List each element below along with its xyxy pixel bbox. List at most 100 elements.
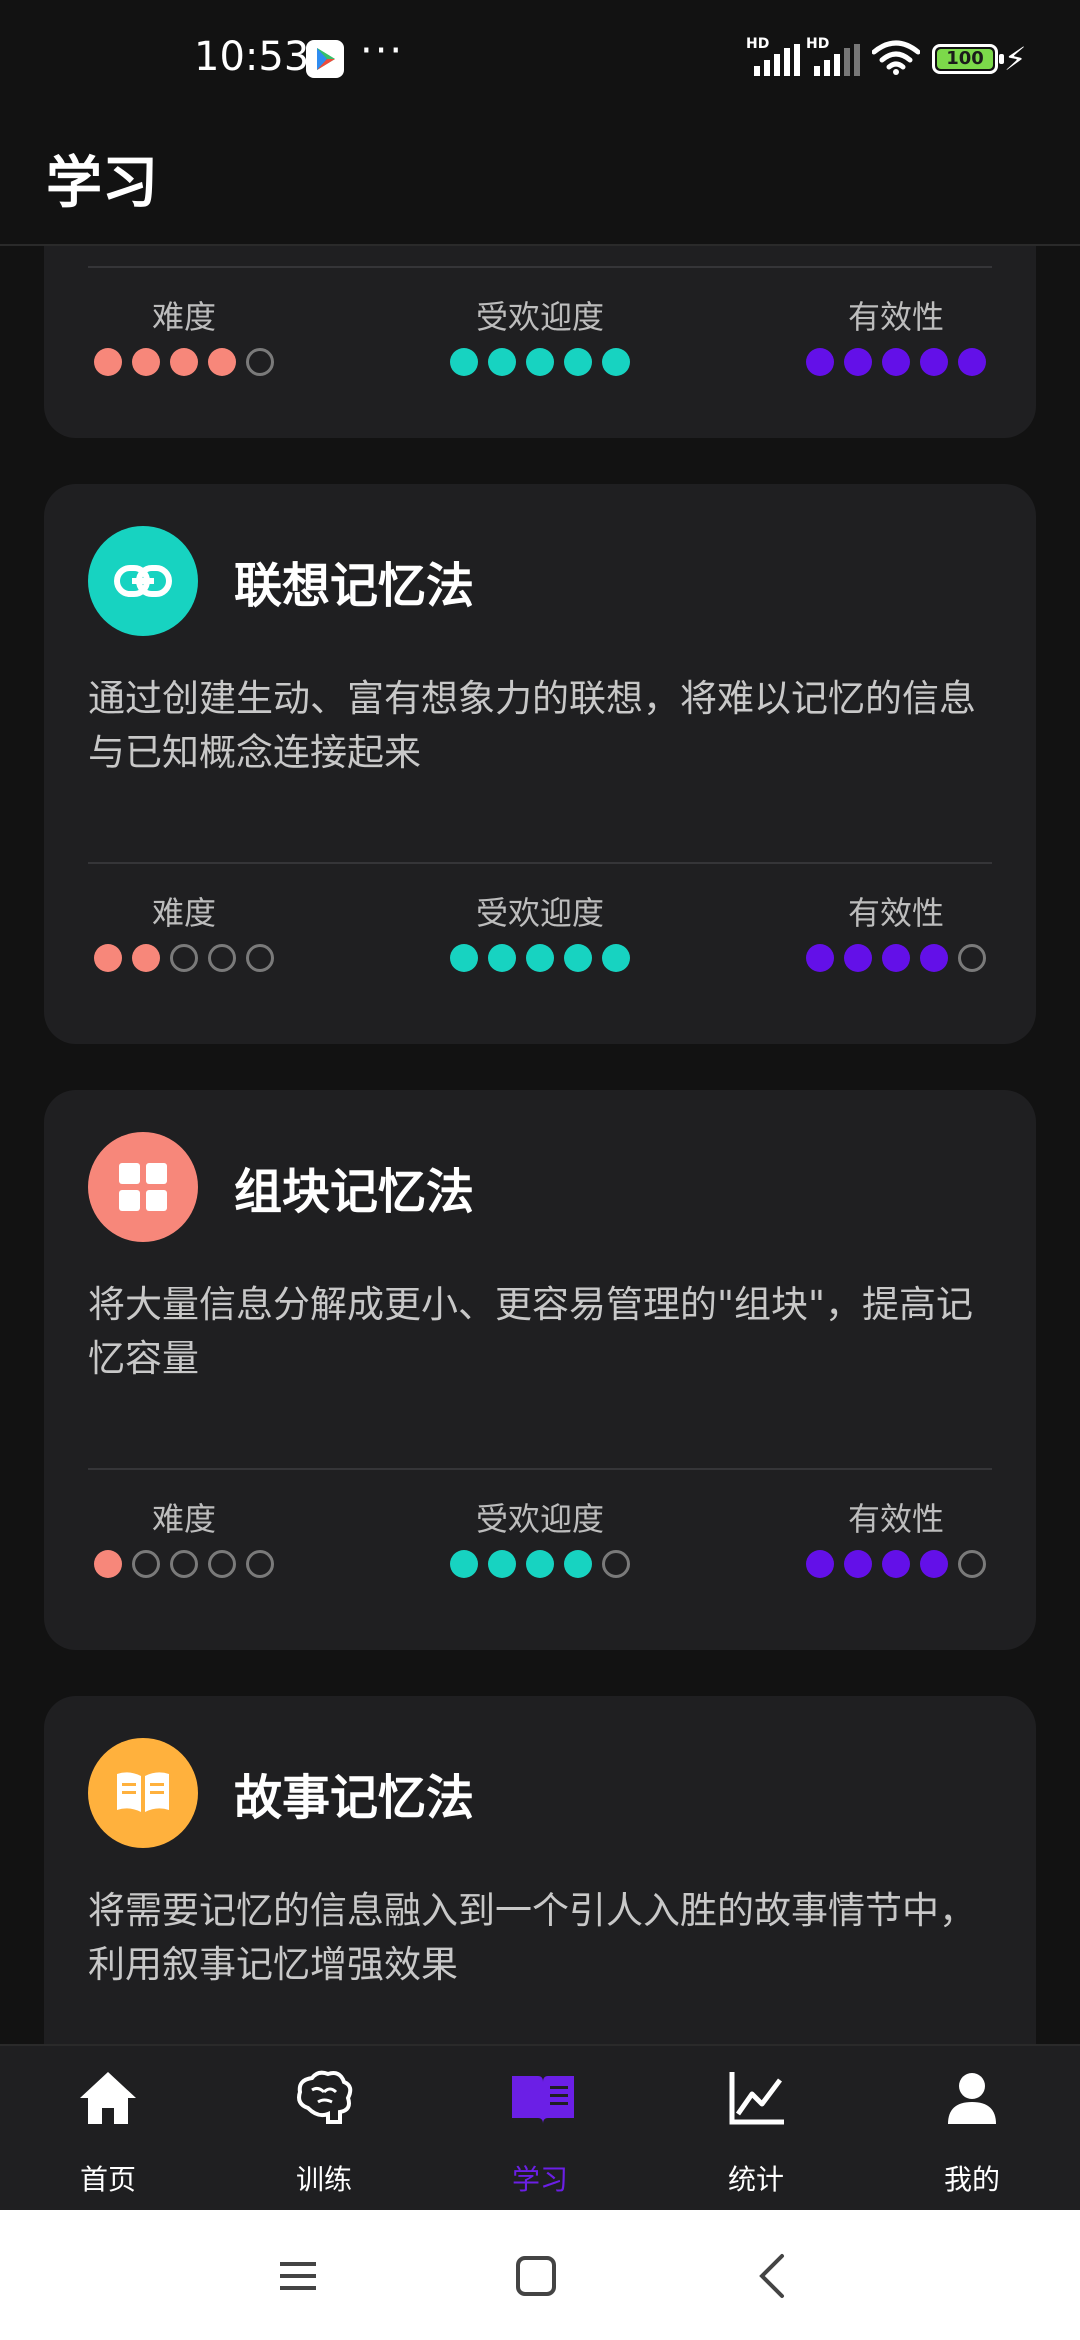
- technique-card-chunking[interactable]: 组块记忆法 将大量信息分解成更小、更容易管理的"组块"，提高记忆容量 难度 受欢…: [44, 1090, 1036, 1650]
- card-title: 故事记忆法: [234, 1770, 475, 1826]
- nav-item-training[interactable]: 训练: [216, 2046, 432, 2212]
- back-icon[interactable]: [744, 2246, 804, 2306]
- rating-dot-empty: [958, 944, 986, 972]
- bottom-nav: 首页 训练 学习 统计 我的: [0, 2044, 1080, 2210]
- rating-dot-filled: [94, 944, 122, 972]
- card-header: 组块记忆法: [88, 1132, 474, 1242]
- wifi-icon: [871, 40, 921, 76]
- metric-label: 难度: [151, 894, 216, 932]
- rating-dot-filled: [882, 348, 910, 376]
- metric-popularity: 受欢迎度: [430, 294, 650, 376]
- rating-dot-filled: [488, 1550, 516, 1578]
- rating-dot-filled: [564, 944, 592, 972]
- app-bar: 学习: [0, 118, 1080, 246]
- status-more-icon: ···: [360, 28, 405, 74]
- rating-dot-filled: [450, 1550, 478, 1578]
- rating-dots: [430, 348, 650, 376]
- book-open-icon: [510, 2068, 574, 2128]
- rating-dot-empty: [602, 1550, 630, 1578]
- rating-dot-filled: [450, 348, 478, 376]
- nav-item-home[interactable]: 首页: [0, 2046, 216, 2212]
- rating-dots: [786, 1550, 1006, 1578]
- rating-dot-empty: [132, 1550, 160, 1578]
- card-description: 通过创建生动、富有想象力的联想，将难以记忆的信息与已知概念连接起来: [88, 677, 976, 774]
- metric-label: 难度: [151, 298, 216, 336]
- nav-label: 我的: [943, 2163, 1000, 2196]
- home-icon: [78, 2068, 138, 2128]
- card-header: 联想记忆法: [88, 526, 474, 636]
- rating-dot-filled: [564, 1550, 592, 1578]
- screen: 10:53 ··· HD HD 100 ⚡ 学习 难度 受欢迎度 有效性 联想记…: [0, 0, 1080, 2340]
- system-nav-bar: [0, 2210, 1080, 2340]
- rating-dot-filled: [526, 944, 554, 972]
- rating-dot-filled: [526, 1550, 554, 1578]
- metric-popularity: 受欢迎度: [430, 1496, 650, 1578]
- rating-dot-filled: [450, 944, 478, 972]
- card-header: 故事记忆法: [88, 1738, 474, 1848]
- rating-dot-filled: [882, 1550, 910, 1578]
- book-icon: [88, 1738, 198, 1848]
- card-title: 联想记忆法: [234, 558, 475, 614]
- card-divider: [88, 1468, 992, 1470]
- metric-popularity: 受欢迎度: [430, 890, 650, 972]
- metric-label: 受欢迎度: [475, 298, 604, 336]
- status-bar: 10:53 ··· HD HD 100 ⚡: [0, 0, 1080, 118]
- rating-dot-filled: [94, 1550, 122, 1578]
- metric-effectiveness: 有效性: [786, 294, 1006, 376]
- metric-label: 有效性: [847, 298, 944, 336]
- user-icon: [942, 2068, 1002, 2128]
- brain-icon: [294, 2068, 354, 2128]
- rating-dot-filled: [602, 348, 630, 376]
- rating-dot-empty: [958, 1550, 986, 1578]
- rating-dot-filled: [844, 348, 872, 376]
- battery-icon: 100: [932, 44, 1004, 74]
- technique-card-partial[interactable]: 难度 受欢迎度 有效性: [44, 246, 1036, 438]
- link-icon: [88, 526, 198, 636]
- metric-difficulty: 难度: [74, 294, 294, 376]
- play-store-icon: [306, 40, 344, 78]
- menu-icon[interactable]: [268, 2246, 328, 2306]
- rating-dots: [74, 1550, 294, 1578]
- metric-label: 难度: [151, 1500, 216, 1538]
- card-divider: [88, 862, 992, 864]
- card-divider: [88, 266, 992, 268]
- rating-dot-empty: [246, 348, 274, 376]
- rating-dot-filled: [844, 944, 872, 972]
- technique-card-story[interactable]: 故事记忆法 将需要记忆的信息融入到一个引人入胜的故事情节中，利用叙事记忆增强效果: [44, 1696, 1036, 2046]
- home-button-icon[interactable]: [506, 2246, 566, 2306]
- rating-dot-filled: [920, 348, 948, 376]
- rating-dot-filled: [844, 1550, 872, 1578]
- rating-dot-empty: [246, 944, 274, 972]
- card-description: 将需要记忆的信息融入到一个引人入胜的故事情节中，利用叙事记忆增强效果: [88, 1889, 976, 1986]
- rating-dot-filled: [488, 348, 516, 376]
- rating-dot-empty: [208, 944, 236, 972]
- metric-difficulty: 难度: [74, 890, 294, 972]
- rating-dots: [786, 944, 1006, 972]
- rating-dot-filled: [920, 944, 948, 972]
- rating-dot-filled: [882, 944, 910, 972]
- card-description: 将大量信息分解成更小、更容易管理的"组块"，提高记忆容量: [88, 1283, 974, 1380]
- rating-dot-filled: [488, 944, 516, 972]
- technique-list[interactable]: 难度 受欢迎度 有效性 联想记忆法 通过创建生动、富有想象力的联想，将难以记忆的…: [0, 246, 1080, 2046]
- nav-item-learn[interactable]: 学习: [432, 2046, 648, 2212]
- rating-dot-filled: [806, 348, 834, 376]
- rating-dot-empty: [170, 1550, 198, 1578]
- nav-label: 训练: [295, 2163, 352, 2196]
- rating-dots: [430, 944, 650, 972]
- nav-label: 首页: [79, 2163, 136, 2196]
- page-title: 学习: [46, 151, 158, 216]
- rating-dot-filled: [602, 944, 630, 972]
- nav-label: 学习: [511, 2163, 568, 2196]
- technique-card-association[interactable]: 联想记忆法 通过创建生动、富有想象力的联想，将难以记忆的信息与已知概念连接起来 …: [44, 484, 1036, 1044]
- metric-effectiveness: 有效性: [786, 1496, 1006, 1578]
- rating-dot-filled: [920, 1550, 948, 1578]
- nav-item-profile[interactable]: 我的: [864, 2046, 1080, 2212]
- chart-line-icon: [726, 2068, 786, 2128]
- nav-label: 统计: [727, 2163, 784, 2196]
- metrics-row: 难度 受欢迎度 有效性: [44, 294, 1036, 384]
- rating-dots: [74, 944, 294, 972]
- rating-dot-empty: [170, 944, 198, 972]
- grid-icon: [88, 1132, 198, 1242]
- nav-item-stats[interactable]: 统计: [648, 2046, 864, 2212]
- metric-label: 受欢迎度: [475, 894, 604, 932]
